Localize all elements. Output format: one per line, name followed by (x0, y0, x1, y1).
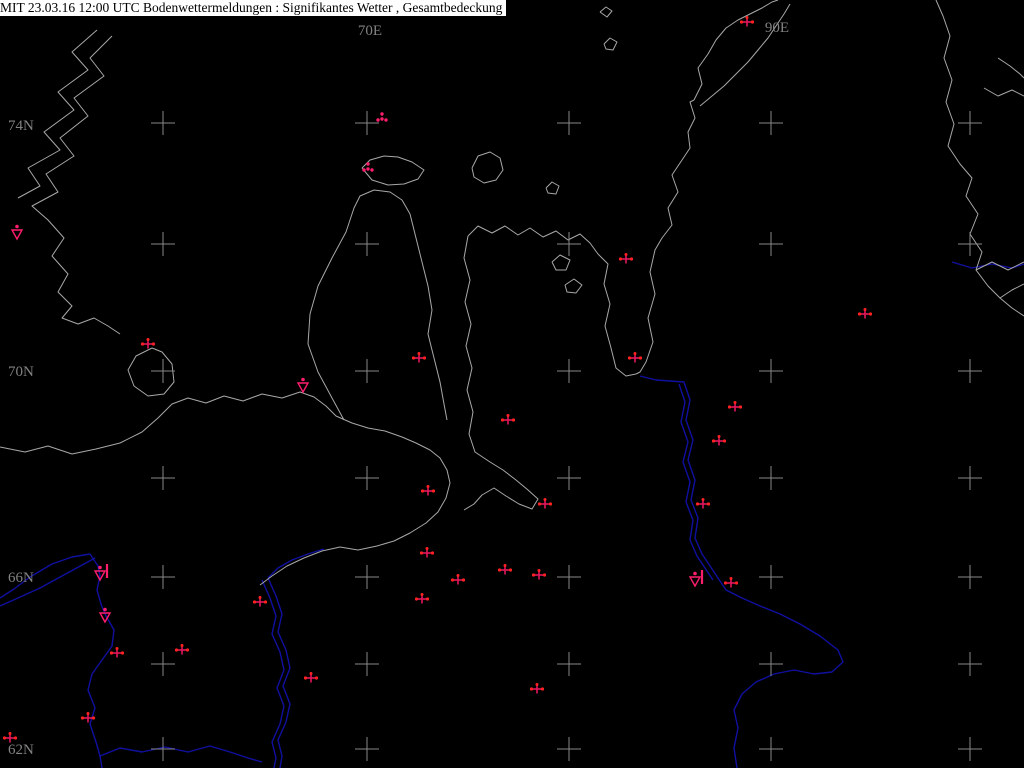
station-symbol-snow (252, 596, 268, 607)
station-symbol-snow (419, 547, 435, 558)
station-symbol-snow (695, 498, 711, 509)
grid-cross (958, 652, 982, 676)
grid-cross (355, 466, 379, 490)
station-symbol-shower-bar (93, 564, 109, 582)
station-symbol-snow (174, 644, 190, 655)
grid-cross (557, 565, 581, 589)
grid-cross (151, 652, 175, 676)
coastline (307, 189, 448, 421)
coastline (0, 391, 451, 586)
coastline (127, 347, 175, 397)
grid-cross (557, 466, 581, 490)
station-symbol-snow (723, 577, 739, 588)
station-symbol-snow (857, 308, 873, 319)
station-symbol-snow (411, 352, 427, 363)
grid-cross (958, 466, 982, 490)
weather-map-screen: 70E 90E 74N 70N 66N 62N MIT 23.03.16 12:00 UT… (0, 0, 1024, 768)
latitude-label: 62N (8, 742, 34, 758)
grid-cross (958, 737, 982, 761)
grid-cross (759, 232, 783, 256)
coastline (467, 225, 637, 377)
coastline (635, 99, 696, 375)
river (678, 383, 714, 581)
station-symbol-shower (296, 377, 310, 394)
latitude-label: 74N (8, 118, 34, 134)
grid-cross (355, 232, 379, 256)
grid-cross (557, 737, 581, 761)
coastline (463, 235, 539, 511)
coastline (545, 181, 560, 195)
coastline (999, 283, 1024, 299)
station-symbol-snow (450, 574, 466, 585)
station-symbol-snow (497, 564, 513, 575)
station-symbol-snow (140, 338, 156, 349)
grid-cross (355, 737, 379, 761)
river (99, 745, 263, 763)
grid-cross (355, 565, 379, 589)
station-symbol-dots (376, 112, 388, 122)
coastline (997, 57, 1024, 79)
grid-cross (557, 111, 581, 135)
coastline (564, 278, 583, 294)
station-symbol-snow (529, 683, 545, 694)
coastline (693, 0, 779, 101)
grid-cross (759, 359, 783, 383)
map-canvas: 70E 90E 74N 70N 66N 62N (0, 0, 1024, 768)
coastline (983, 87, 1024, 97)
coastline (599, 6, 613, 18)
coastline (551, 254, 571, 271)
grid-cross (151, 232, 175, 256)
river (725, 589, 844, 768)
grid-cross (958, 565, 982, 589)
grid-cross (151, 466, 175, 490)
latitude-label: 66N (8, 570, 34, 586)
station-symbol-snow (531, 569, 547, 580)
grid-cross (958, 232, 982, 256)
grid-cross (759, 466, 783, 490)
station-symbol-dots (362, 162, 374, 172)
station-symbol-snow (711, 435, 727, 446)
grid-cross (759, 737, 783, 761)
grid-cross (759, 111, 783, 135)
station-symbol-snow (627, 352, 643, 363)
grid-cross (355, 111, 379, 135)
station-symbol-snow (420, 485, 436, 496)
station-symbol-snow (109, 647, 125, 658)
coastline (31, 35, 121, 335)
station-symbol-shower (10, 224, 24, 241)
grid-cross (958, 359, 982, 383)
grid-cross (151, 565, 175, 589)
station-symbol-snow (2, 732, 18, 743)
station-symbol-snow (303, 672, 319, 683)
station-symbol-snow (618, 253, 634, 264)
station-symbol-snow (414, 593, 430, 604)
station-symbol-snow (537, 498, 553, 509)
coastline (975, 261, 1024, 271)
coastline (471, 151, 504, 184)
grid-cross (355, 359, 379, 383)
station-symbol-shower-bar (688, 570, 704, 588)
coastline (603, 37, 618, 51)
coastline (17, 29, 98, 199)
grid-cross (759, 565, 783, 589)
latitude-label: 70N (8, 364, 34, 380)
title-bar: MIT 23.03.16 12:00 UTC Bodenwettermeldun… (0, 0, 507, 16)
grid-cross (355, 652, 379, 676)
grid-cross (958, 111, 982, 135)
river (87, 553, 115, 768)
longitude-label: 70E (358, 23, 382, 39)
station-symbol-snow (500, 414, 516, 425)
grid-cross (557, 652, 581, 676)
river (639, 375, 727, 591)
longitude-label: 90E (765, 20, 789, 36)
grid-cross (557, 359, 581, 383)
river (267, 577, 291, 768)
station-symbol-snow (727, 401, 743, 412)
grid-cross (151, 737, 175, 761)
grid-cross (151, 111, 175, 135)
